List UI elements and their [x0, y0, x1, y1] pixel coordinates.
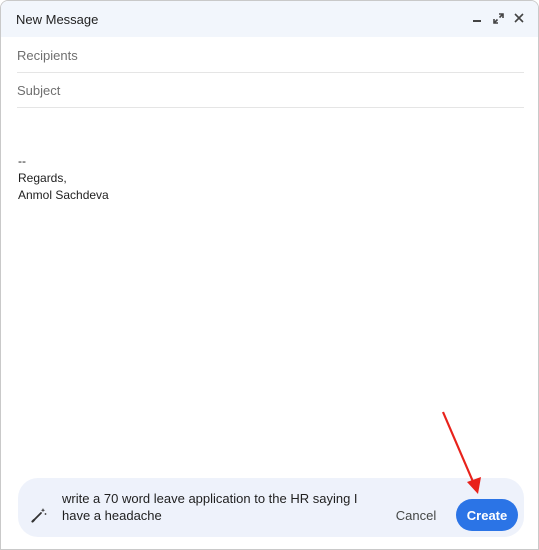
prompt-input[interactable]: write a 70 word leave application to the…	[62, 490, 362, 524]
create-button[interactable]: Create	[456, 499, 518, 531]
help-me-write-prompt: write a 70 word leave application to the…	[18, 478, 524, 537]
pen-sparkle-icon	[31, 507, 47, 523]
recipients-input[interactable]	[17, 47, 524, 63]
close-icon[interactable]	[512, 10, 526, 26]
cancel-button[interactable]: Cancel	[389, 505, 443, 525]
window-controls	[470, 10, 526, 26]
minimize-icon[interactable]	[470, 10, 484, 26]
expand-icon[interactable]	[491, 10, 505, 26]
signature-line: Regards,	[18, 171, 67, 185]
signature-name: Anmol Sachdeva	[18, 188, 109, 202]
signature-separator: --	[18, 154, 26, 168]
subject-input[interactable]	[17, 82, 524, 98]
compose-window: New Message --	[0, 0, 539, 550]
prompt-line: write a 70 word leave application to the…	[62, 491, 358, 506]
recipients-field[interactable]	[17, 38, 524, 73]
compose-title: New Message	[16, 11, 99, 27]
message-body[interactable]: -- Regards, Anmol Sachdeva	[18, 153, 518, 204]
prompt-line: have a headache	[62, 508, 162, 523]
subject-field[interactable]	[17, 73, 524, 108]
compose-titlebar[interactable]: New Message	[1, 1, 538, 37]
